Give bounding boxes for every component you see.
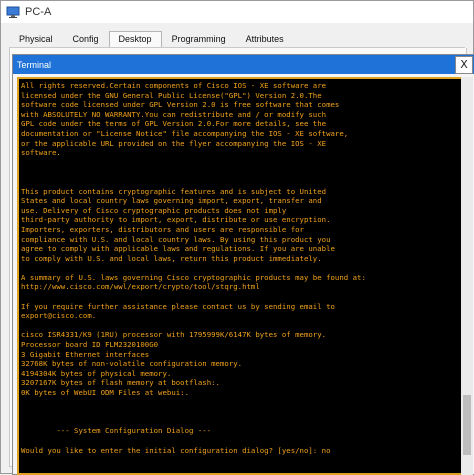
terminal-line: cisco ISR4331/K9 (1RU) processor with 17… [21,330,327,340]
terminal-window: Terminal X All rights reserved.Certain c… [12,54,474,475]
title-bar: PC-A [1,1,473,23]
terminal-line: or the applicable URL provided on the fl… [21,138,327,148]
terminal-line: third-party authority to import, export,… [21,215,331,225]
terminal-line: 32768K bytes of non-volatile configurati… [21,359,243,369]
terminal-line: Would you like to enter the initial conf… [21,445,331,455]
tab-bar: Physical Config Desktop Programming Attr… [9,31,294,47]
terminal-line: software. [21,148,61,158]
terminal-line: This product contains cryptographic feat… [21,186,327,196]
terminal-line: compliance with U.S. and local country l… [21,234,331,244]
terminal-line: with ABSOLUTELY NO WARRANTY.You can redi… [21,109,327,119]
terminal-line: A summary of U.S. laws governing Cisco c… [21,272,366,282]
terminal-line: Importers, exporters, distributors and u… [21,224,304,234]
tab-config[interactable]: Config [63,31,109,47]
terminal-line: States and local country laws governing … [21,196,322,206]
terminal-line: software code licensed under GPL Version… [21,100,340,110]
terminal-line: 3207167K bytes of flash memory at bootfl… [21,378,220,388]
pc-icon [6,5,20,19]
terminal-line: 4194304K bytes of physical memory. [21,368,172,378]
terminal-line: 0K bytes of WebUI ODM Files at webui:. [21,388,190,397]
tab-desktop[interactable]: Desktop [108,31,162,47]
close-button[interactable]: X [455,56,473,74]
tab-attributes[interactable]: Attributes [236,31,294,47]
terminal-line: If you require further assistance please… [21,301,335,311]
terminal-line: use. Delivery of Cisco cryptographic pro… [21,205,287,215]
window-title: PC-A [25,6,52,18]
terminal-screen[interactable]: All rights reserved.Certain components o… [17,77,463,475]
tab-programming[interactable]: Programming [162,31,236,47]
terminal-line: All rights reserved.Certain components o… [21,81,327,90]
terminal-line: export@cisco.com. [21,311,97,321]
terminal-output: All rights reserved.Certain components o… [19,79,461,455]
terminal-line: GPL code under the terms of GPL Version … [21,119,327,129]
terminal-line: --- System Configuration Dialog --- [21,426,212,436]
scrollbar-thumb[interactable] [463,395,471,455]
terminal-line: documentation or "License Notice" file a… [21,128,349,138]
terminal-line: 3 Gigabit Ethernet interfaces [21,349,150,359]
tab-physical[interactable]: Physical [9,31,63,47]
terminal-line: Processor board ID FLM2320100G0 [21,340,159,350]
terminal-title-bar: Terminal X [13,55,474,74]
terminal-scrollbar[interactable] [461,77,473,475]
terminal-line: http://www.cisco.com/wwl/export/crypto/t… [21,282,260,292]
terminal-line: to comply with U.S. and local laws, retu… [21,253,322,263]
terminal-line: licensed under the GNU General Public Li… [21,90,322,100]
terminal-line: agree to comply with applicable laws and… [21,244,335,254]
terminal-title: Terminal [17,59,52,70]
